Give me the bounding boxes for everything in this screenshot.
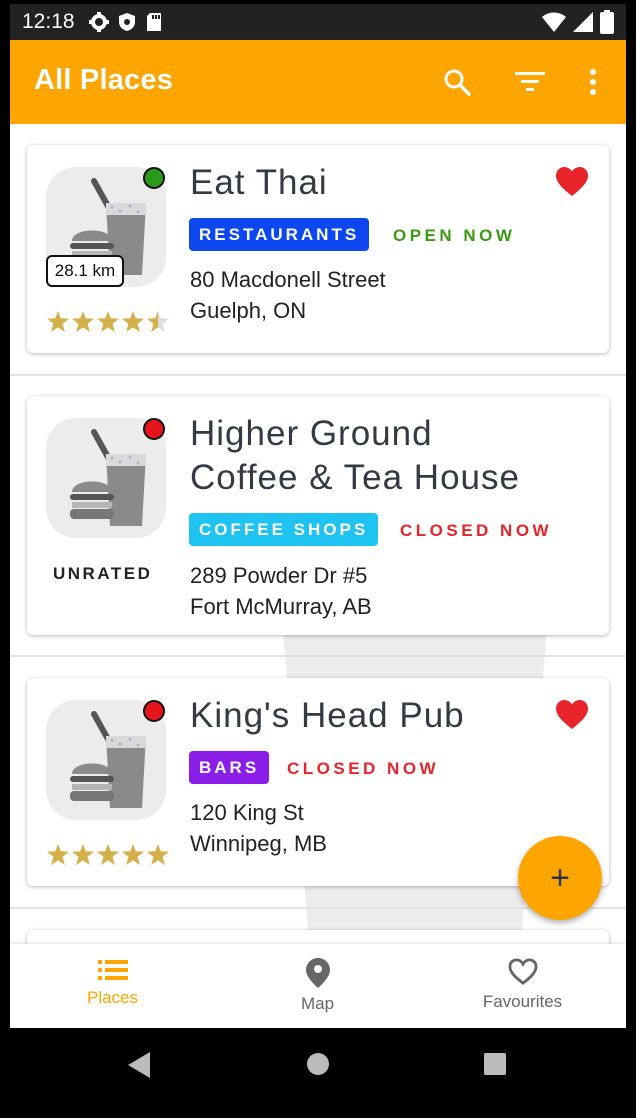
open-status-label: CLOSED NOW [400, 521, 553, 540]
place-name-line-1: Higher Ground [190, 414, 433, 453]
star-icon [122, 311, 144, 332]
divider [10, 374, 626, 376]
category-badge: COFFEE SHOPS [189, 513, 379, 546]
rating-stars [47, 311, 169, 332]
status-time: 12:18 [22, 10, 75, 33]
add-place-button[interactable]: + [518, 836, 602, 920]
open-status-label: CLOSED NOW [287, 759, 440, 778]
divider [10, 655, 626, 657]
settings-icon [88, 12, 109, 32]
list-icon [97, 960, 128, 980]
star-icon [72, 311, 94, 332]
star-icon [72, 844, 94, 865]
address-line-1: 80 Macdonell Street [190, 267, 386, 292]
favourite-heart-icon[interactable] [556, 167, 588, 197]
filter-button[interactable] [510, 62, 550, 102]
address-line-1: 120 King St [190, 800, 304, 825]
nav-item-favourites[interactable]: Favourites [420, 944, 625, 1028]
places-list[interactable]: 28.1 km Eat Thai RESTAURANTS OPEN NOW 80… [10, 124, 626, 944]
place-name-line-2: Coffee & Tea House [190, 458, 520, 497]
place-card[interactable]: UNRATED Higher Ground Coffee & Tea House… [27, 396, 609, 635]
category-badge: BARS [189, 751, 270, 784]
place-card[interactable]: King's Head Pub BARS CLOSED NOW 120 King… [27, 678, 609, 886]
more-options-button[interactable] [573, 62, 613, 102]
more-vert-icon [590, 69, 596, 95]
back-icon[interactable] [128, 1052, 150, 1078]
system-navigation-bar [0, 1028, 636, 1118]
address-line-2: Guelph, ON [190, 298, 307, 323]
device-frame: 12:18 All Places 28.1 km Eat Thai RESTAU… [0, 0, 636, 1118]
favourite-heart-icon[interactable] [556, 700, 588, 730]
open-status-label: OPEN NOW [393, 226, 516, 245]
recents-icon[interactable] [484, 1053, 506, 1075]
battery-icon [600, 10, 614, 34]
sd-card-icon [146, 13, 161, 31]
map-pin-icon [305, 958, 330, 988]
app-toolbar: All Places [10, 40, 626, 124]
open-status-dot [143, 167, 165, 189]
app-screen: All Places 28.1 km Eat Thai RESTAURANTS … [10, 40, 626, 1028]
filter-icon [515, 72, 545, 91]
address-line-1: 289 Powder Dr #5 [190, 563, 368, 588]
search-button[interactable] [437, 62, 477, 102]
shield-icon [118, 13, 135, 31]
place-card[interactable]: 28.1 km Eat Thai RESTAURANTS OPEN NOW 80… [27, 145, 609, 353]
place-name: Eat Thai [190, 163, 328, 202]
star-half-icon [147, 311, 169, 332]
star-icon [97, 844, 119, 865]
wifi-icon [542, 12, 566, 32]
place-card[interactable] [27, 930, 609, 944]
category-badge: RESTAURANTS [189, 218, 370, 251]
nav-item-places[interactable]: Places [10, 944, 215, 1028]
star-icon [147, 844, 169, 865]
address-line-2: Fort McMurray, AB [190, 594, 372, 619]
star-icon [47, 311, 69, 332]
search-icon [444, 69, 471, 96]
nav-label-places: Places [86, 988, 139, 1007]
unrated-label: UNRATED [53, 564, 153, 583]
place-name: King's Head Pub [190, 696, 465, 735]
signal-icon [573, 12, 593, 32]
bottom-navigation: Places Map Favourites [10, 944, 626, 1028]
nav-label-favourites: Favourites [482, 992, 563, 1011]
toolbar-title: All Places [34, 64, 174, 96]
address-line-2: Winnipeg, MB [190, 831, 327, 856]
nav-label-map: Map [300, 994, 335, 1013]
star-icon [47, 844, 69, 865]
distance-badge: 28.1 km [46, 255, 124, 287]
home-icon[interactable] [307, 1053, 329, 1075]
star-icon [97, 311, 119, 332]
heart-outline-icon [508, 958, 537, 985]
add-icon: + [550, 858, 570, 897]
rating-stars [47, 844, 169, 865]
star-icon [122, 844, 144, 865]
open-status-dot [143, 418, 165, 440]
open-status-dot [143, 700, 165, 722]
status-bar: 12:18 [10, 4, 626, 40]
nav-item-map[interactable]: Map [215, 944, 420, 1028]
